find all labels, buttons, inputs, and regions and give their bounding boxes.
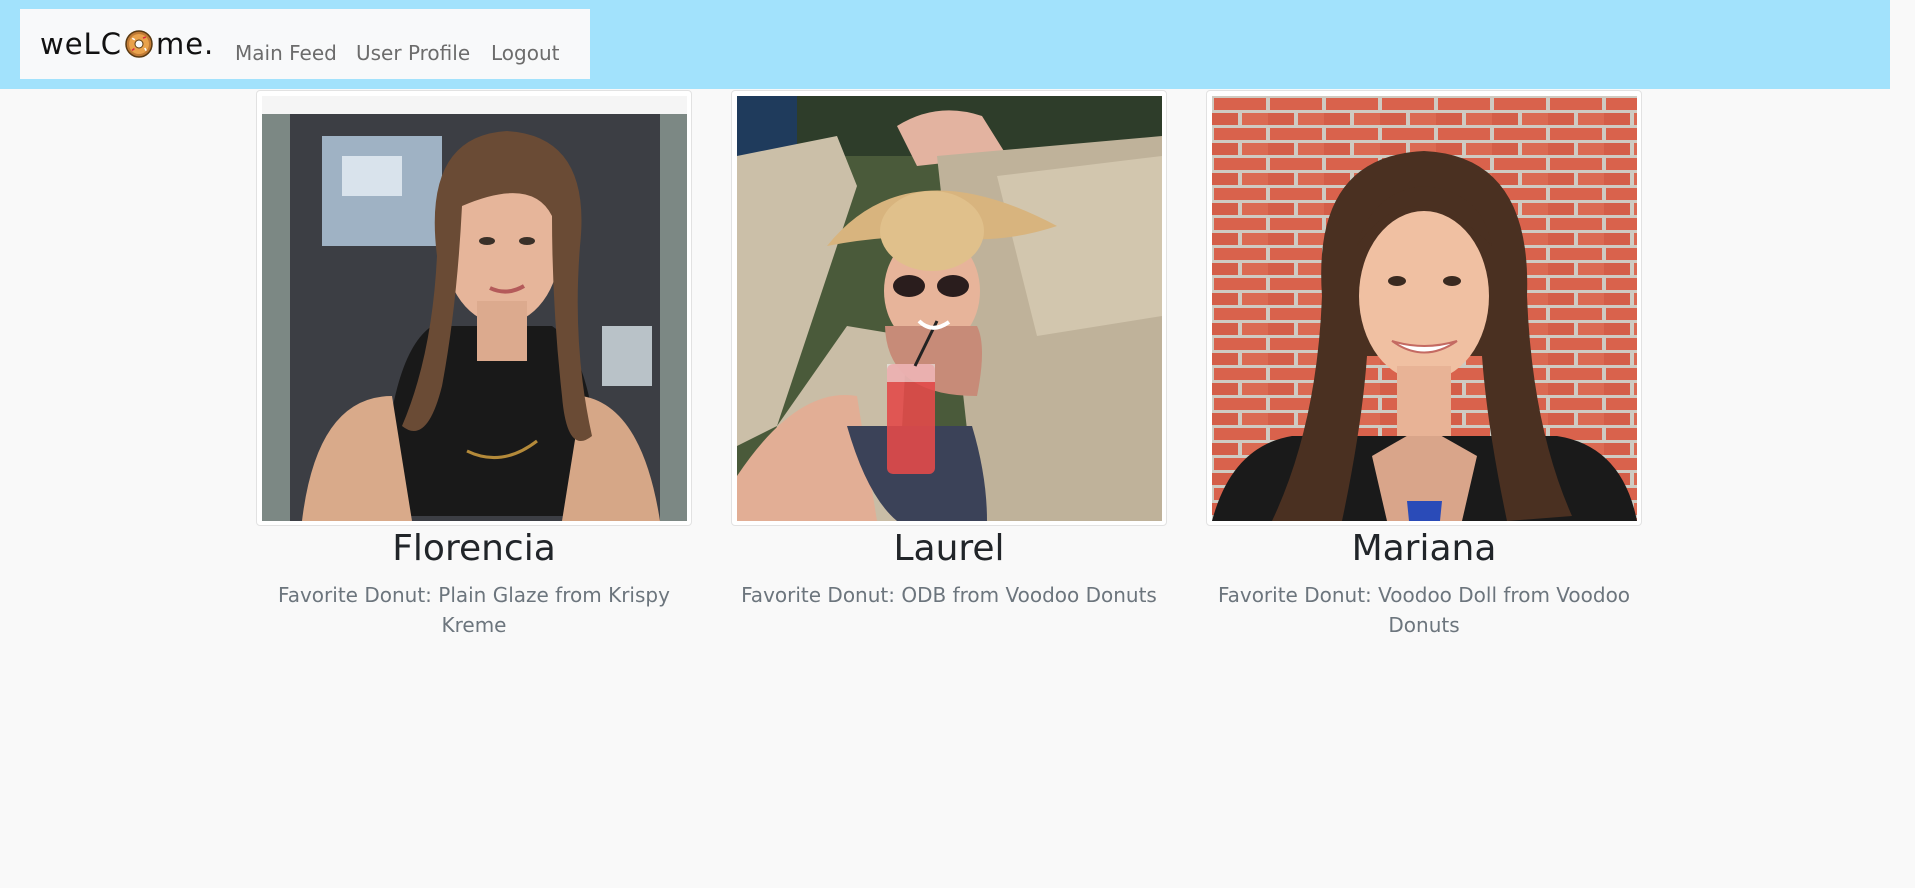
profile-card-florencia: [256, 90, 692, 526]
nav-user-profile[interactable]: User Profile: [356, 41, 470, 65]
profile-photo: [262, 96, 687, 521]
profile-name: Florencia: [392, 528, 556, 569]
profile-name: Mariana: [1351, 528, 1497, 569]
profile-photo: [737, 96, 1162, 521]
nav-container: weLC me. Main Feed User Profile Logout: [20, 9, 590, 79]
brand-logo[interactable]: weLC me.: [40, 24, 214, 64]
favorite-donut: Favorite Donut: Voodoo Doll from Voodoo …: [1217, 583, 1631, 637]
top-navbar: weLC me. Main Feed User Profile Logout: [0, 0, 1890, 89]
favorite-donut: Favorite Donut: Plain Glaze from Krispy …: [278, 583, 670, 637]
brand-text-left: weLC: [40, 27, 122, 61]
nav-logout[interactable]: Logout: [491, 41, 559, 65]
brand-text-right: me.: [155, 27, 215, 61]
favorite-donut: Favorite Donut: ODB from Voodoo Donuts: [741, 583, 1157, 607]
profile-name: Laurel: [893, 528, 1005, 569]
donut-icon: [124, 29, 154, 59]
profile-card-mariana: [1206, 90, 1642, 526]
nav-main-feed[interactable]: Main Feed: [235, 41, 337, 65]
profile-card-laurel: [731, 90, 1167, 526]
profile-photo: [1212, 96, 1637, 521]
